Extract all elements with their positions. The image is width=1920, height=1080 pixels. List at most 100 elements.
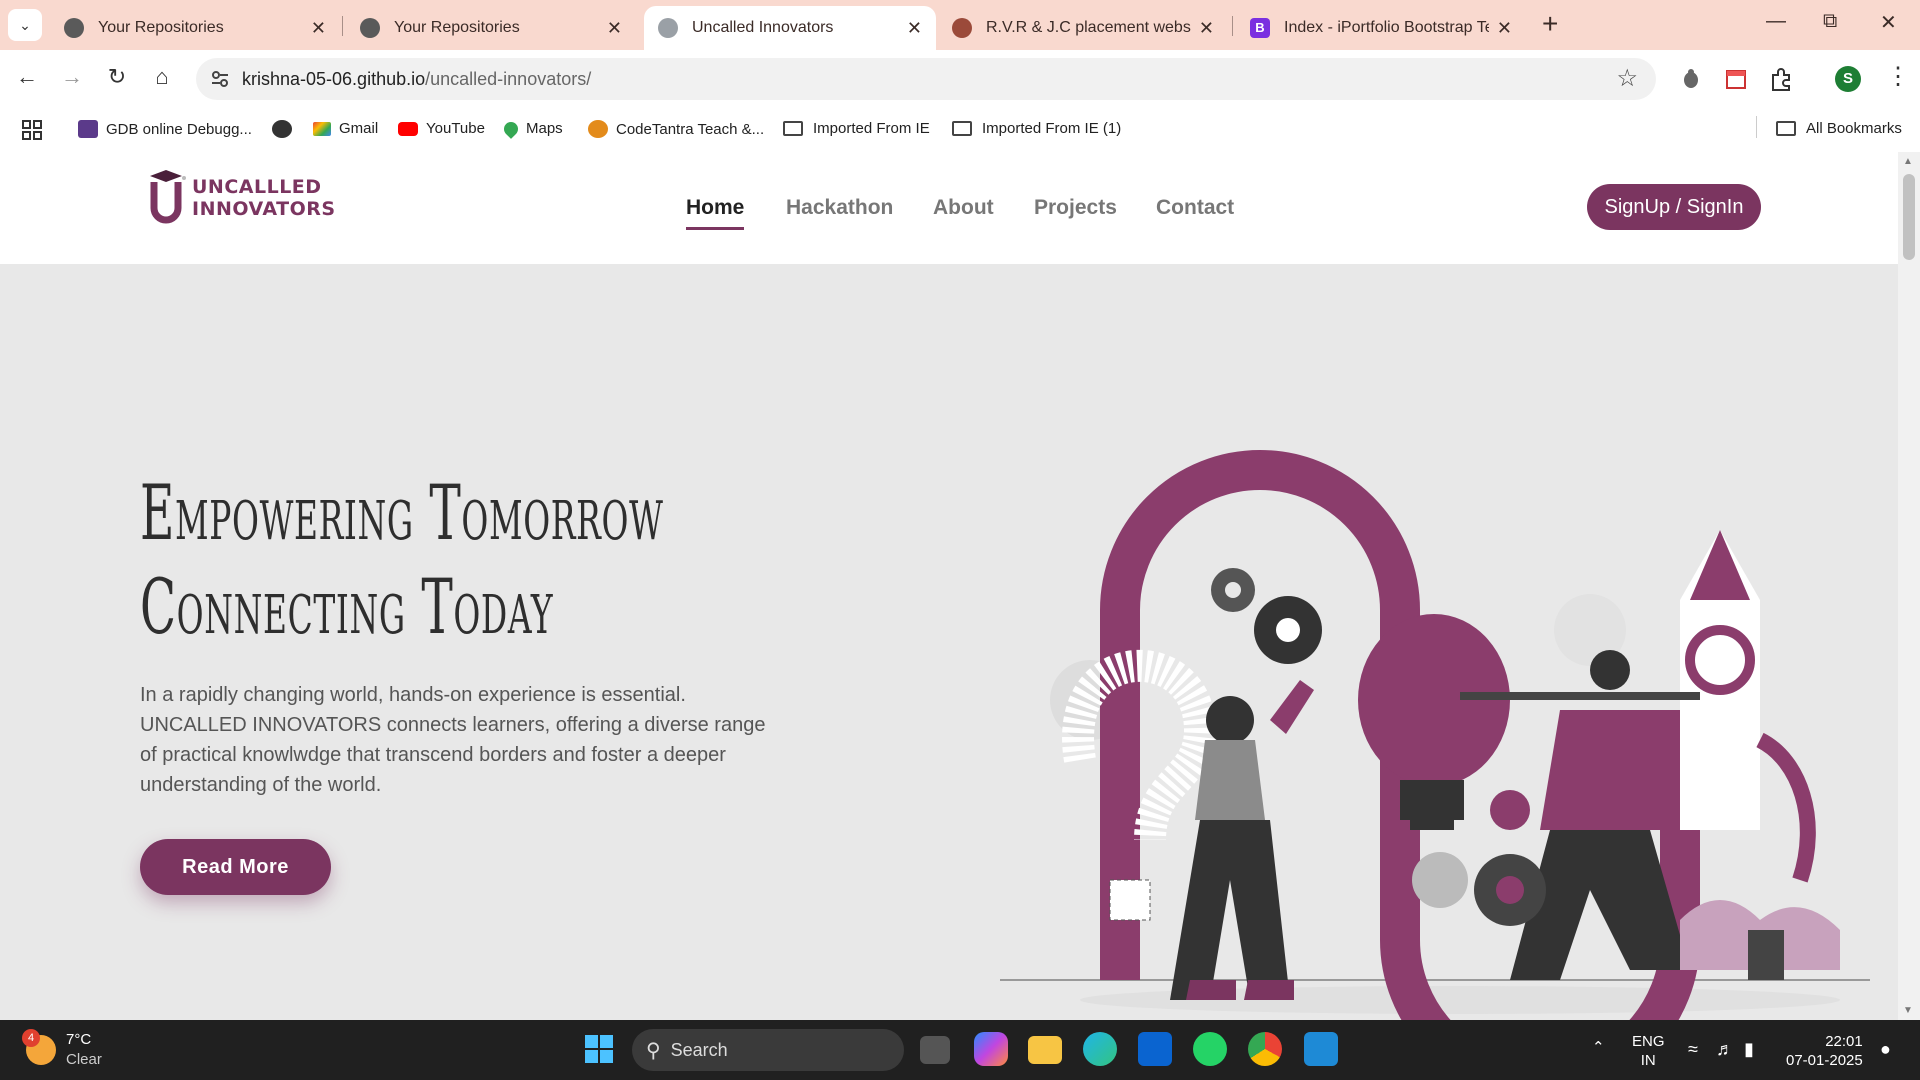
tab-search-button[interactable]: ⌄ <box>8 9 42 41</box>
logo-text[interactable]: UNCALLLED INNOVATORS <box>192 176 336 220</box>
url-text[interactable]: krishna-05-06.github.io/uncalled-innovat… <box>242 69 591 90</box>
tab-title: Your Repositories <box>394 19 520 36</box>
scroll-down-arrow[interactable]: ▼ <box>1903 1005 1913 1016</box>
bookmark-label: All Bookmarks <box>1806 120 1902 137</box>
bookmark-gdb[interactable]: GDB online Debugg... <box>78 120 252 138</box>
extension-calendar-icon[interactable] <box>1723 66 1749 92</box>
close-icon[interactable]: ✕ <box>1497 18 1512 39</box>
chrome-icon[interactable] <box>1248 1032 1282 1066</box>
close-icon[interactable]: ✕ <box>907 18 922 39</box>
maps-icon <box>501 118 521 139</box>
logo-line1: UNCALLLED <box>192 176 322 198</box>
start-windows-icon[interactable] <box>582 1032 616 1066</box>
bookmark-label: CodeTantra Teach &... <box>616 120 765 138</box>
tab-separator <box>342 16 343 36</box>
tab-strip: ⌄ Your Repositories ✕ Your Repositories … <box>0 0 1920 50</box>
whatsapp-icon[interactable] <box>1193 1032 1227 1066</box>
nav-about[interactable]: About <box>933 196 994 220</box>
volume-icon[interactable]: ♬ <box>1716 1040 1734 1059</box>
menu-kebab-icon[interactable]: ⋮ <box>1886 62 1910 91</box>
signup-signin-button[interactable]: SignUp / SignIn <box>1587 184 1761 230</box>
taskbar-search-box[interactable]: ⚲ Search <box>632 1029 904 1071</box>
copilot-icon[interactable] <box>974 1032 1008 1066</box>
taskbar: 4 7°C Clear ⚲ Search ⌃ ENG IN ≈ ♬ ▮ 22:0… <box>0 1020 1920 1080</box>
weather-badge: 4 <box>22 1029 40 1047</box>
url-path: /uncalled-innovators/ <box>425 69 592 89</box>
tab-title: R.V.R & J.C placement website <box>986 19 1191 36</box>
tab-iportfolio[interactable]: B Index - iPortfolio Bootstrap Tem ✕ <box>1236 6 1526 50</box>
reload-button[interactable]: ↻ <box>102 64 132 90</box>
read-more-button[interactable]: Read More <box>140 839 331 895</box>
scroll-thumb[interactable] <box>1903 174 1915 260</box>
bookmark-youtube[interactable]: YouTube <box>398 120 485 137</box>
bootstrap-icon: B <box>1250 18 1270 38</box>
search-label: Search <box>670 1039 728 1060</box>
tab-title: Index - iPortfolio Bootstrap Tem <box>1284 19 1489 36</box>
bookmark-gmail[interactable]: Gmail <box>313 120 378 137</box>
minimize-button[interactable]: — <box>1766 10 1786 33</box>
profile-avatar[interactable]: S <box>1835 66 1861 92</box>
gdb-icon <box>78 120 98 138</box>
clock[interactable]: 22:01 07-01-2025 <box>1786 1032 1863 1070</box>
bookmark-folder-ie-1[interactable]: Imported From IE (1) <box>952 120 1121 137</box>
site-icon <box>952 18 972 38</box>
close-icon[interactable]: ✕ <box>311 18 326 39</box>
new-tab-button[interactable]: + <box>1542 10 1558 38</box>
bookmark-label: Maps <box>526 120 563 137</box>
nav-home[interactable]: Home <box>686 196 745 230</box>
close-icon[interactable]: ✕ <box>1199 18 1214 39</box>
outlook-icon[interactable] <box>1138 1032 1172 1066</box>
globe-icon <box>272 120 292 138</box>
bookmark-folder-ie[interactable]: Imported From IE <box>783 120 930 137</box>
restore-button[interactable]: ⧉ <box>1823 10 1837 33</box>
site-info-icon[interactable] <box>210 69 230 89</box>
vscode-icon[interactable] <box>1304 1032 1338 1066</box>
language-indicator[interactable]: ENG IN <box>1632 1032 1665 1070</box>
bookmark-star-icon[interactable]: ☆ <box>1616 64 1638 93</box>
weather-condition: Clear <box>66 1051 102 1068</box>
bookmark-codetantra[interactable]: CodeTantra Teach &... <box>588 120 764 138</box>
hero-title-line1: Empowering Tomorrow <box>140 468 664 557</box>
back-button[interactable]: ← <box>12 64 42 90</box>
bookmark-label: Imported From IE (1) <box>982 120 1122 137</box>
home-button[interactable]: ⌂ <box>147 64 177 90</box>
bookmark-label: Gmail <box>339 120 379 137</box>
search-icon: ⚲ <box>646 1039 661 1062</box>
tab-your-repositories-2[interactable]: Your Repositories ✕ <box>346 6 636 50</box>
close-icon[interactable]: ✕ <box>607 18 622 39</box>
nav-projects[interactable]: Projects <box>1034 196 1117 220</box>
codetantra-icon <box>588 120 608 138</box>
tab-your-repositories-1[interactable]: Your Repositories ✕ <box>50 6 340 50</box>
nav-hackathon[interactable]: Hackathon <box>786 196 893 220</box>
bookmark-maps[interactable]: Maps <box>501 118 563 139</box>
tray-overflow-icon[interactable]: ⌃ <box>1592 1038 1605 1057</box>
clock-time: 22:01 <box>1825 1033 1863 1050</box>
close-window-button[interactable]: ✕ <box>1880 10 1897 35</box>
task-view-icon[interactable] <box>920 1036 950 1064</box>
site-header: UNCALLLED INNOVATORS Home Hackathon Abou… <box>0 152 1898 264</box>
battery-icon[interactable]: ▮ <box>1744 1040 1754 1059</box>
edge-icon[interactable] <box>1083 1032 1117 1066</box>
extensions-puzzle-icon[interactable] <box>1768 66 1794 92</box>
extension-bug-icon[interactable] <box>1678 66 1704 92</box>
nav-contact[interactable]: Contact <box>1156 196 1234 220</box>
wifi-icon[interactable]: ≈ <box>1688 1040 1698 1059</box>
tab-placement-website[interactable]: R.V.R & J.C placement website ✕ <box>938 6 1228 50</box>
tab-separator <box>1232 16 1233 36</box>
notification-bell-icon[interactable]: ● <box>1880 1040 1891 1059</box>
tab-uncalled-innovators[interactable]: Uncalled Innovators ✕ <box>644 6 936 50</box>
web-page: UNCALLLED INNOVATORS Home Hackathon Abou… <box>0 152 1898 1020</box>
weather-widget[interactable]: 4 7°C Clear <box>22 1029 102 1070</box>
file-explorer-icon[interactable] <box>1028 1036 1062 1064</box>
lang-line2: IN <box>1640 1052 1656 1069</box>
address-bar[interactable]: krishna-05-06.github.io/uncalled-innovat… <box>196 58 1656 100</box>
page-scrollbar[interactable]: ▲ ▼ <box>1898 152 1920 1020</box>
weather-moon-icon: 4 <box>22 1029 56 1065</box>
chevron-down-icon: ⌄ <box>19 16 31 33</box>
bookmark-globe[interactable] <box>272 120 300 138</box>
all-bookmarks[interactable]: All Bookmarks <box>1776 120 1902 137</box>
apps-grid-icon[interactable] <box>22 120 42 140</box>
scroll-up-arrow[interactable]: ▲ <box>1903 156 1913 167</box>
weather-temperature: 7°C <box>66 1031 92 1048</box>
forward-button[interactable]: → <box>57 64 87 90</box>
